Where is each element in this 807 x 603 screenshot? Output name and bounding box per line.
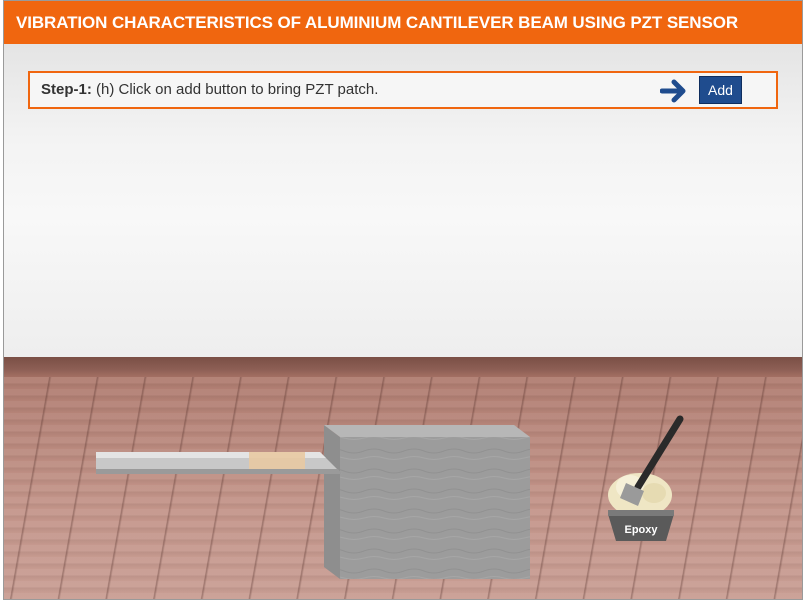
simulation-frame: VIBRATION CHARACTERISTICS OF ALUMINIUM C… — [3, 0, 803, 600]
pzt-patch — [249, 452, 305, 469]
experiment-scene: Epoxy — [96, 415, 684, 579]
clamp-block — [324, 425, 530, 579]
epoxy-bowl: Epoxy — [608, 415, 684, 541]
aluminium-beam — [96, 452, 342, 474]
epoxy-label: Epoxy — [624, 524, 658, 536]
brush-icon — [634, 415, 684, 491]
